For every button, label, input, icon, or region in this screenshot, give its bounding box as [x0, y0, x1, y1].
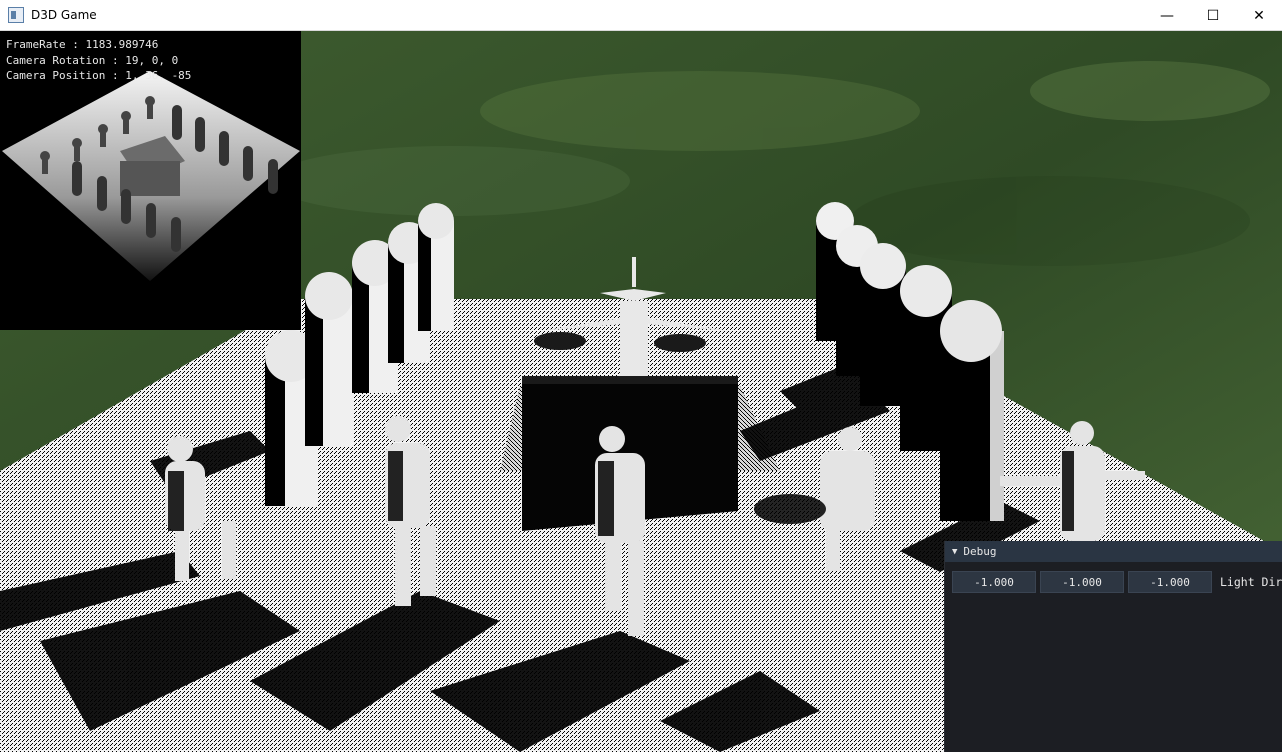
light-dir-y-field[interactable]: -1.000	[1040, 571, 1124, 593]
stats-overlay: FrameRate : 1183.989746 Camera Rotation …	[6, 37, 191, 84]
app-window-icon	[8, 7, 24, 23]
window-titlebar[interactable]: D3D Game — ☐ ✕	[0, 0, 1282, 31]
window-controls: — ☐ ✕	[1144, 0, 1282, 31]
collapse-triangle-icon[interactable]: ▼	[952, 547, 957, 557]
window-title: D3D Game	[31, 8, 97, 22]
debug-panel-title: Debug	[963, 545, 997, 558]
minimize-button[interactable]: —	[1144, 0, 1190, 31]
camera-rotation-text: Camera Rotation : 19, 0, 0	[6, 53, 179, 67]
maximize-button[interactable]: ☐	[1190, 0, 1236, 31]
debug-panel-header[interactable]: ▼ Debug	[945, 541, 1282, 562]
framerate-text: FrameRate : 1183.989746	[6, 38, 159, 51]
light-dir-x-field[interactable]: -1.000	[952, 571, 1036, 593]
close-button[interactable]: ✕	[1236, 0, 1282, 31]
camera-position-text: Camera Position : 1, 36, -85	[6, 69, 192, 82]
light-dir-z-field[interactable]: -1.000	[1128, 571, 1212, 593]
light-dir-row: -1.000 -1.000 -1.000 Light Dir	[952, 571, 1282, 593]
debug-panel[interactable]: ▼ Debug -1.000 -1.000 -1.000 Light Dir	[944, 541, 1282, 752]
light-dir-label: Light Dir	[1220, 575, 1282, 589]
